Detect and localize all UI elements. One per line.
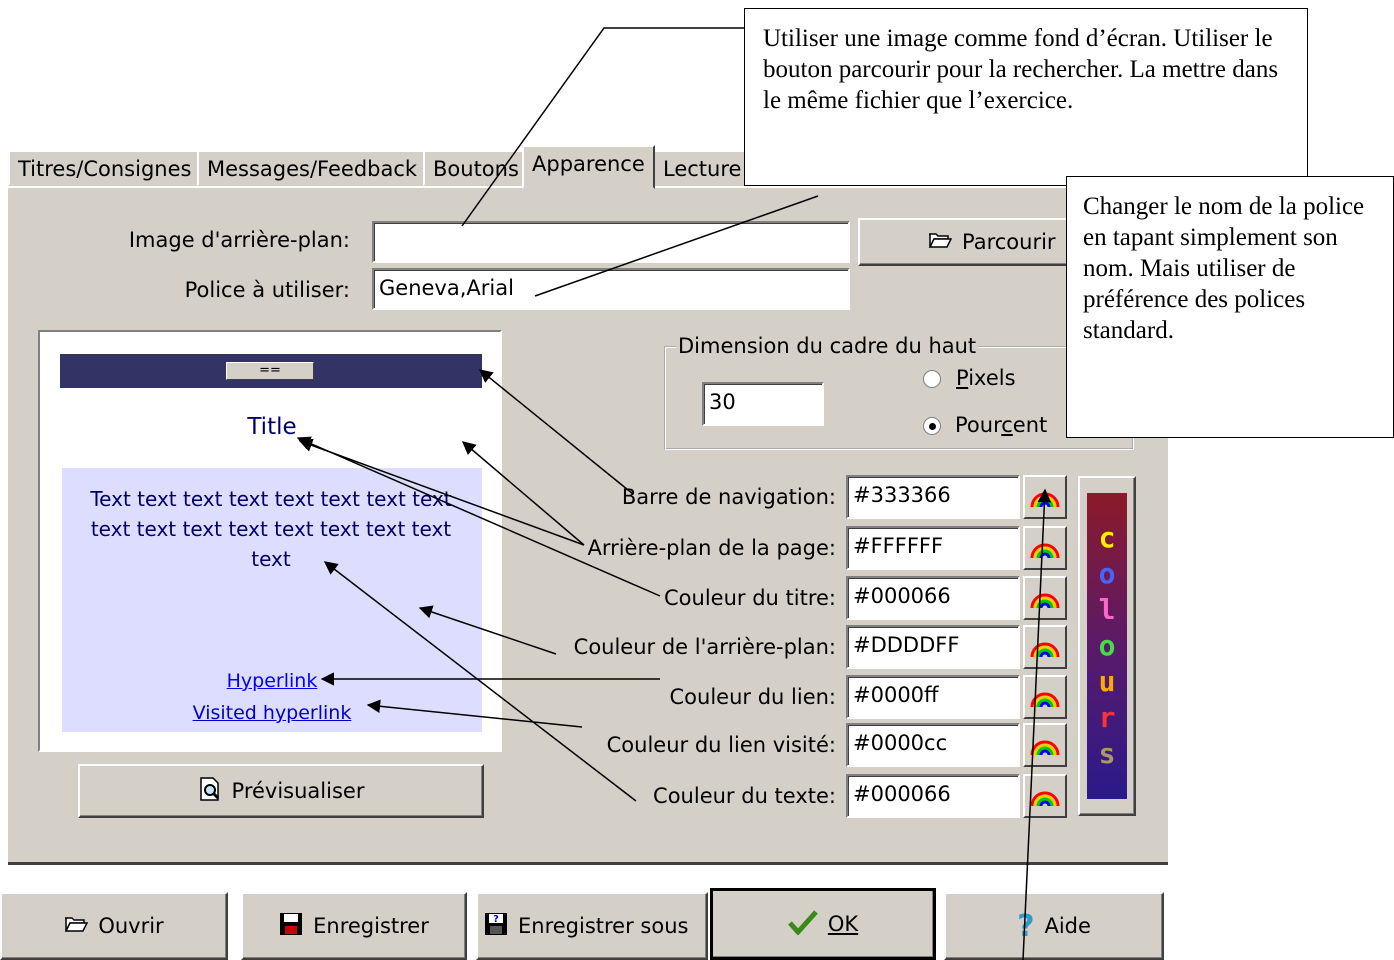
pixels-label: Pixels <box>956 366 1016 390</box>
color-input-background[interactable]: #DDDDFF <box>846 625 1020 669</box>
folder-open-icon <box>64 914 89 938</box>
frame-size-input[interactable]: 30 <box>702 382 824 426</box>
color-label-text: Couleur du texte: <box>653 784 836 808</box>
tab-boutons[interactable]: Boutons <box>423 150 529 186</box>
color-label-title: Couleur du titre: <box>664 586 836 610</box>
color-picker-button-visited-link[interactable] <box>1023 723 1067 767</box>
frame-size-group-title: Dimension du cadre du haut <box>676 334 979 358</box>
preview-button-label: Prévisualiser <box>231 779 365 803</box>
preview-content-area: Text text text text text text text text … <box>62 468 482 732</box>
svg-text:?: ? <box>493 914 499 925</box>
floppy-disk-icon <box>279 912 303 941</box>
color-label-background: Couleur de l'arrière-plan: <box>573 635 836 659</box>
colours-button[interactable]: c o l o u r s <box>1078 476 1136 816</box>
rainbow-icon <box>1030 642 1060 658</box>
rainbow-icon <box>1030 492 1060 508</box>
font-label: Police à utiliser: <box>184 278 350 302</box>
help-button-label: Aide <box>1044 914 1091 938</box>
background-image-input[interactable] <box>372 221 850 263</box>
save-button[interactable]: Enregistrer <box>241 892 467 960</box>
tab-titres-consignes[interactable]: Titres/Consignes <box>8 150 202 186</box>
color-input-visited-link[interactable]: #0000cc <box>846 723 1020 767</box>
checkmark-icon <box>787 909 818 940</box>
color-input-link[interactable]: #0000ff <box>846 675 1020 719</box>
callout-font: Changer le nom de la police en tapant si… <box>1066 176 1394 438</box>
save-as-button[interactable]: ? Enregistrer sous <box>476 892 708 960</box>
rainbow-icon <box>1030 791 1060 807</box>
font-input[interactable]: Geneva,Arial <box>372 268 850 310</box>
color-picker-button-title[interactable] <box>1023 576 1067 620</box>
color-input-title[interactable]: #000066 <box>846 576 1020 620</box>
rainbow-icon <box>1030 593 1060 609</box>
color-input-text[interactable]: #000066 <box>846 774 1020 818</box>
open-button-label: Ouvrir <box>98 914 164 938</box>
magnifier-page-icon <box>198 776 222 806</box>
save-as-icon: ? <box>484 912 508 941</box>
color-picker-button-link[interactable] <box>1023 675 1067 719</box>
background-image-label: Image d'arrière-plan: <box>128 228 350 252</box>
browse-label: Parcourir <box>962 230 1056 254</box>
question-mark-icon: ? <box>1017 908 1035 944</box>
dialog-bottom-edge <box>8 862 1168 865</box>
preview-panel: == Title Text text text text text text t… <box>38 330 502 752</box>
rainbow-icon <box>1030 543 1060 559</box>
tab-lecture[interactable]: Lecture <box>653 150 752 186</box>
percent-radio[interactable] <box>923 417 941 435</box>
callout-background-image: Utiliser une image comme fond d’écran. U… <box>744 8 1308 186</box>
tab-messages-feedback[interactable]: Messages/Feedback <box>197 150 428 186</box>
color-label-nav-bar: Barre de navigation: <box>621 485 836 509</box>
pixels-radio[interactable] <box>923 370 941 388</box>
help-button[interactable]: ? Aide <box>944 892 1164 960</box>
open-button[interactable]: Ouvrir <box>0 892 228 960</box>
color-picker-button-text[interactable] <box>1023 774 1067 818</box>
save-button-label: Enregistrer <box>313 914 429 938</box>
preview-nav-button: == <box>226 362 314 380</box>
tab-apparence[interactable]: Apparence <box>522 145 655 189</box>
color-picker-button-page-bg[interactable] <box>1023 526 1067 570</box>
color-label-page-bg: Arrière-plan de la page: <box>587 536 836 560</box>
preview-title: Title <box>247 414 297 440</box>
preview-nav-bar: == <box>60 354 482 388</box>
save-as-button-label: Enregistrer sous <box>518 914 689 938</box>
preview-button[interactable]: Prévisualiser <box>78 764 484 818</box>
rainbow-icon <box>1030 740 1060 756</box>
color-picker-button-background[interactable] <box>1023 625 1067 669</box>
folder-open-icon <box>928 230 953 254</box>
color-picker-button-nav-bar[interactable] <box>1023 475 1067 519</box>
colours-logo: c o l o u r s <box>1087 493 1127 799</box>
preview-hyperlink: Hyperlink <box>226 670 318 692</box>
ok-button-label: OK <box>827 912 859 936</box>
percent-label: Pourcent <box>955 413 1048 437</box>
color-label-visited-link: Couleur du lien visité: <box>606 733 836 757</box>
color-label-link: Couleur du lien: <box>669 685 836 709</box>
color-input-nav-bar[interactable]: #333366 <box>846 475 1020 519</box>
preview-visited-hyperlink: Visited hyperlink <box>192 702 352 724</box>
ok-button[interactable]: OK <box>710 888 936 960</box>
color-input-page-bg[interactable]: #FFFFFF <box>846 526 1020 570</box>
preview-body-text: Text text text text text text text text … <box>90 487 452 571</box>
rainbow-icon <box>1030 692 1060 708</box>
